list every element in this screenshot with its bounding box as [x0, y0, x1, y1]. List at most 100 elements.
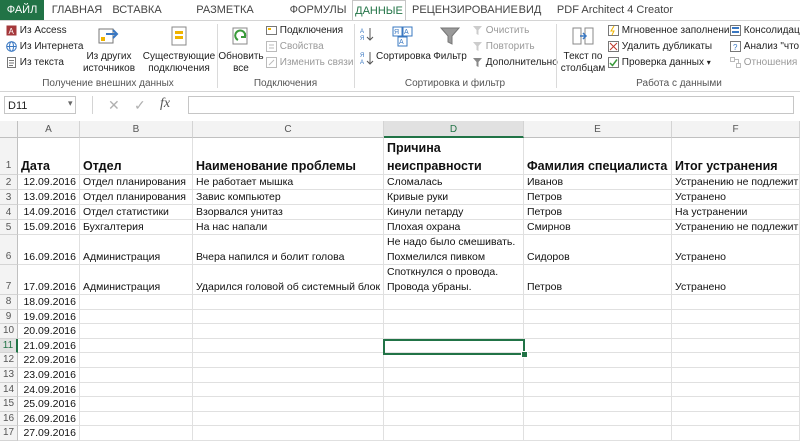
header-cell-cause[interactable]: Причина неисправности [384, 138, 524, 175]
table-cell[interactable] [672, 426, 800, 441]
row-header[interactable]: 3 [0, 190, 18, 205]
table-cell[interactable] [524, 397, 672, 412]
table-cell[interactable] [524, 411, 672, 427]
row-header[interactable]: 12 [0, 353, 18, 368]
consolidate-button[interactable]: Консолидаци [730, 25, 800, 37]
cancel-icon[interactable]: ✕ [108, 96, 120, 114]
header-cell-specialist[interactable]: Фамилия специалиста [524, 138, 672, 175]
table-cell[interactable]: Завис компьютер [193, 190, 384, 205]
row-header[interactable]: 7 [0, 265, 18, 295]
table-cell[interactable]: 21.09.2016 [18, 338, 80, 354]
table-cell[interactable] [384, 309, 524, 325]
data-validation-button[interactable]: Проверка данных ▾ [608, 57, 711, 69]
filter-button[interactable]: Фильтр [430, 25, 470, 63]
table-cell[interactable] [80, 295, 193, 310]
insert-function-icon[interactable]: fx [160, 95, 170, 113]
what-if-analysis-button[interactable]: ? Анализ "что е [730, 41, 800, 53]
table-cell[interactable] [384, 324, 524, 339]
table-cell[interactable]: Отдел планирования [80, 175, 193, 190]
table-cell[interactable]: Бухгалтерия [80, 220, 193, 235]
table-cell[interactable] [80, 397, 193, 412]
table-cell[interactable]: 27.09.2016 [18, 426, 80, 441]
name-box[interactable]: D11 [4, 96, 76, 114]
table-cell[interactable] [672, 295, 800, 310]
table-cell[interactable] [384, 411, 524, 427]
header-cell-department[interactable]: Отдел [80, 138, 193, 175]
table-cell[interactable]: Отдел планирования [80, 190, 193, 205]
table-cell[interactable]: 19.09.2016 [18, 309, 80, 325]
table-cell[interactable]: 17.09.2016 [18, 265, 80, 295]
table-cell[interactable]: 13.09.2016 [18, 190, 80, 205]
properties-button[interactable]: Свойства [266, 41, 324, 53]
table-cell[interactable] [193, 295, 384, 310]
connections-button[interactable]: Подключения [266, 25, 343, 37]
edit-links-button[interactable]: Изменить связи [266, 57, 353, 69]
table-cell[interactable]: Устранено [672, 235, 800, 265]
table-cell[interactable] [524, 426, 672, 441]
table-cell[interactable] [524, 309, 672, 325]
sort-az-button[interactable]: АЯ [360, 27, 374, 45]
table-cell[interactable]: 16.09.2016 [18, 235, 80, 265]
table-cell[interactable]: На устранении [672, 205, 800, 220]
table-cell[interactable]: Не надо было смешивать. Похмелился пивко… [384, 235, 524, 265]
table-cell[interactable] [193, 368, 384, 383]
table-cell[interactable] [524, 353, 672, 368]
table-cell[interactable] [80, 382, 193, 398]
table-cell[interactable]: Споткнулся о провода. Провода убраны. [384, 265, 524, 295]
fill-handle[interactable] [521, 351, 528, 358]
table-cell[interactable] [672, 353, 800, 368]
table-cell[interactable] [80, 324, 193, 339]
row-header[interactable]: 13 [0, 368, 18, 383]
table-cell[interactable]: 26.09.2016 [18, 411, 80, 427]
table-cell[interactable]: Петров [524, 190, 672, 205]
row-header[interactable]: 10 [0, 324, 18, 339]
header-cell-result[interactable]: Итог устранения [672, 138, 800, 175]
table-cell[interactable]: Устранению не подлежит [672, 220, 800, 235]
table-cell[interactable]: Вчера напился и болит голова [193, 235, 384, 265]
row-header[interactable]: 9 [0, 309, 18, 325]
from-web-button[interactable]: Из Интернета [6, 41, 83, 53]
remove-duplicates-button[interactable]: Удалить дубликаты [608, 41, 712, 53]
from-access-button[interactable]: A Из Access [6, 25, 67, 37]
table-cell[interactable]: Петров [524, 205, 672, 220]
from-text-button[interactable]: Из текста [6, 57, 64, 69]
row-header[interactable]: 11 [0, 338, 18, 354]
row-header[interactable]: 16 [0, 411, 18, 427]
row-header[interactable]: 5 [0, 220, 18, 235]
table-cell[interactable] [193, 309, 384, 325]
table-cell[interactable]: 18.09.2016 [18, 295, 80, 310]
column-header-a[interactable]: A [18, 121, 80, 138]
table-cell[interactable] [80, 338, 193, 354]
table-cell[interactable] [384, 397, 524, 412]
row-header[interactable]: 14 [0, 382, 18, 398]
tab-insert[interactable]: ВСТАВКА [110, 0, 164, 21]
text-to-columns-button[interactable]: Текст по столбцам [558, 25, 608, 75]
tab-data[interactable]: ДАННЫЕ [352, 0, 406, 21]
tab-page-layout[interactable]: РАЗМЕТКА СТРАНИЦЫ [170, 0, 280, 37]
formula-input[interactable] [188, 96, 794, 114]
table-cell[interactable]: На нас напали [193, 220, 384, 235]
refresh-all-button[interactable]: Обновить все [218, 25, 264, 75]
table-cell[interactable]: Петров [524, 265, 672, 295]
table-cell[interactable] [193, 411, 384, 427]
table-cell[interactable]: Отдел статистики [80, 205, 193, 220]
row-header[interactable]: 6 [0, 235, 18, 265]
table-cell[interactable]: Плохая охрана [384, 220, 524, 235]
table-cell[interactable] [672, 411, 800, 427]
table-cell[interactable]: Смирнов [524, 220, 672, 235]
row-header[interactable]: 15 [0, 397, 18, 412]
table-cell[interactable]: Администрация [80, 235, 193, 265]
row-header[interactable]: 8 [0, 295, 18, 310]
table-cell[interactable] [672, 324, 800, 339]
tab-review[interactable]: РЕЦЕНЗИРОВАНИЕ [412, 0, 518, 21]
tab-pdf-architect[interactable]: PDF Architect 4 Creator [554, 0, 676, 21]
column-header-b[interactable]: B [80, 121, 193, 138]
table-cell[interactable] [80, 411, 193, 427]
column-header-f[interactable]: F [672, 121, 800, 138]
tab-file[interactable]: ФАЙЛ [0, 0, 44, 21]
tab-view[interactable]: ВИД [512, 0, 548, 21]
flash-fill-button[interactable]: Мгновенное заполнение [608, 25, 735, 37]
sort-za-button[interactable]: ЯА [360, 51, 374, 69]
table-cell[interactable]: Иванов [524, 175, 672, 190]
table-cell[interactable] [193, 397, 384, 412]
